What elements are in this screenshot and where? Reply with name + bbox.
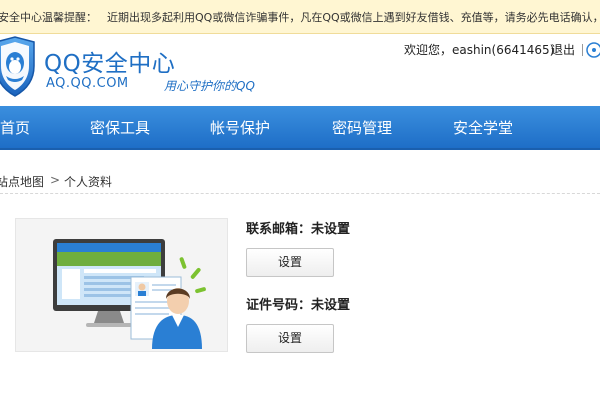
breadcrumb: 站点地图 > 个人资料: [0, 164, 600, 194]
brand-title[interactable]: QQ安全中心: [44, 44, 175, 78]
id-number-status-label: 证件号码：未设置: [246, 298, 351, 313]
welcome-user-text: 欢迎您，eashin(6641465): [404, 43, 555, 57]
header-divider: [582, 44, 583, 56]
qq-shield-logo-icon[interactable]: [0, 36, 38, 98]
breadcrumb-sitemap-link[interactable]: 站点地图: [0, 173, 44, 190]
notice-title: 安全中心温馨提醒：: [0, 10, 97, 24]
brand-slogan: 用心守护你的QQ: [164, 79, 255, 93]
profile-illustration: [15, 218, 228, 352]
security-notice-bar: 安全中心温馨提醒： 近期出现多起利用QQ或微信诈骗事件，凡在QQ或微信上遇到好友…: [0, 0, 600, 34]
computer-user-illustration-icon: [53, 239, 206, 349]
breadcrumb-current: 个人资料: [64, 175, 113, 189]
email-status-label: 联系邮箱：未设置: [246, 222, 351, 237]
nav-item-password-management[interactable]: 密码管理: [322, 106, 402, 150]
notice-text: 近期出现多起利用QQ或微信诈骗事件，凡在QQ或微信上遇到好友借钱、充值等，请务必…: [107, 10, 600, 24]
help-icon[interactable]: [586, 42, 600, 58]
brand-url: AQ.QQ.COM: [46, 76, 129, 91]
main-nav: 首页 密保工具 帐号保护 密码管理 安全学堂: [0, 106, 600, 150]
site-header: QQ安全中心 AQ.QQ.COM 用心守护你的QQ 欢迎您，eashin(664…: [0, 34, 600, 106]
breadcrumb-separator: >: [50, 173, 61, 187]
set-email-button[interactable]: 设置: [246, 248, 334, 277]
nav-item-account-protection[interactable]: 帐号保护: [200, 106, 280, 150]
nav-item-security-school[interactable]: 安全学堂: [443, 106, 523, 150]
logout-link[interactable]: 退出: [551, 41, 575, 58]
set-id-number-button[interactable]: 设置: [246, 324, 334, 353]
nav-item-security-tools[interactable]: 密保工具: [80, 106, 160, 150]
nav-item-home[interactable]: 首页: [0, 106, 50, 150]
